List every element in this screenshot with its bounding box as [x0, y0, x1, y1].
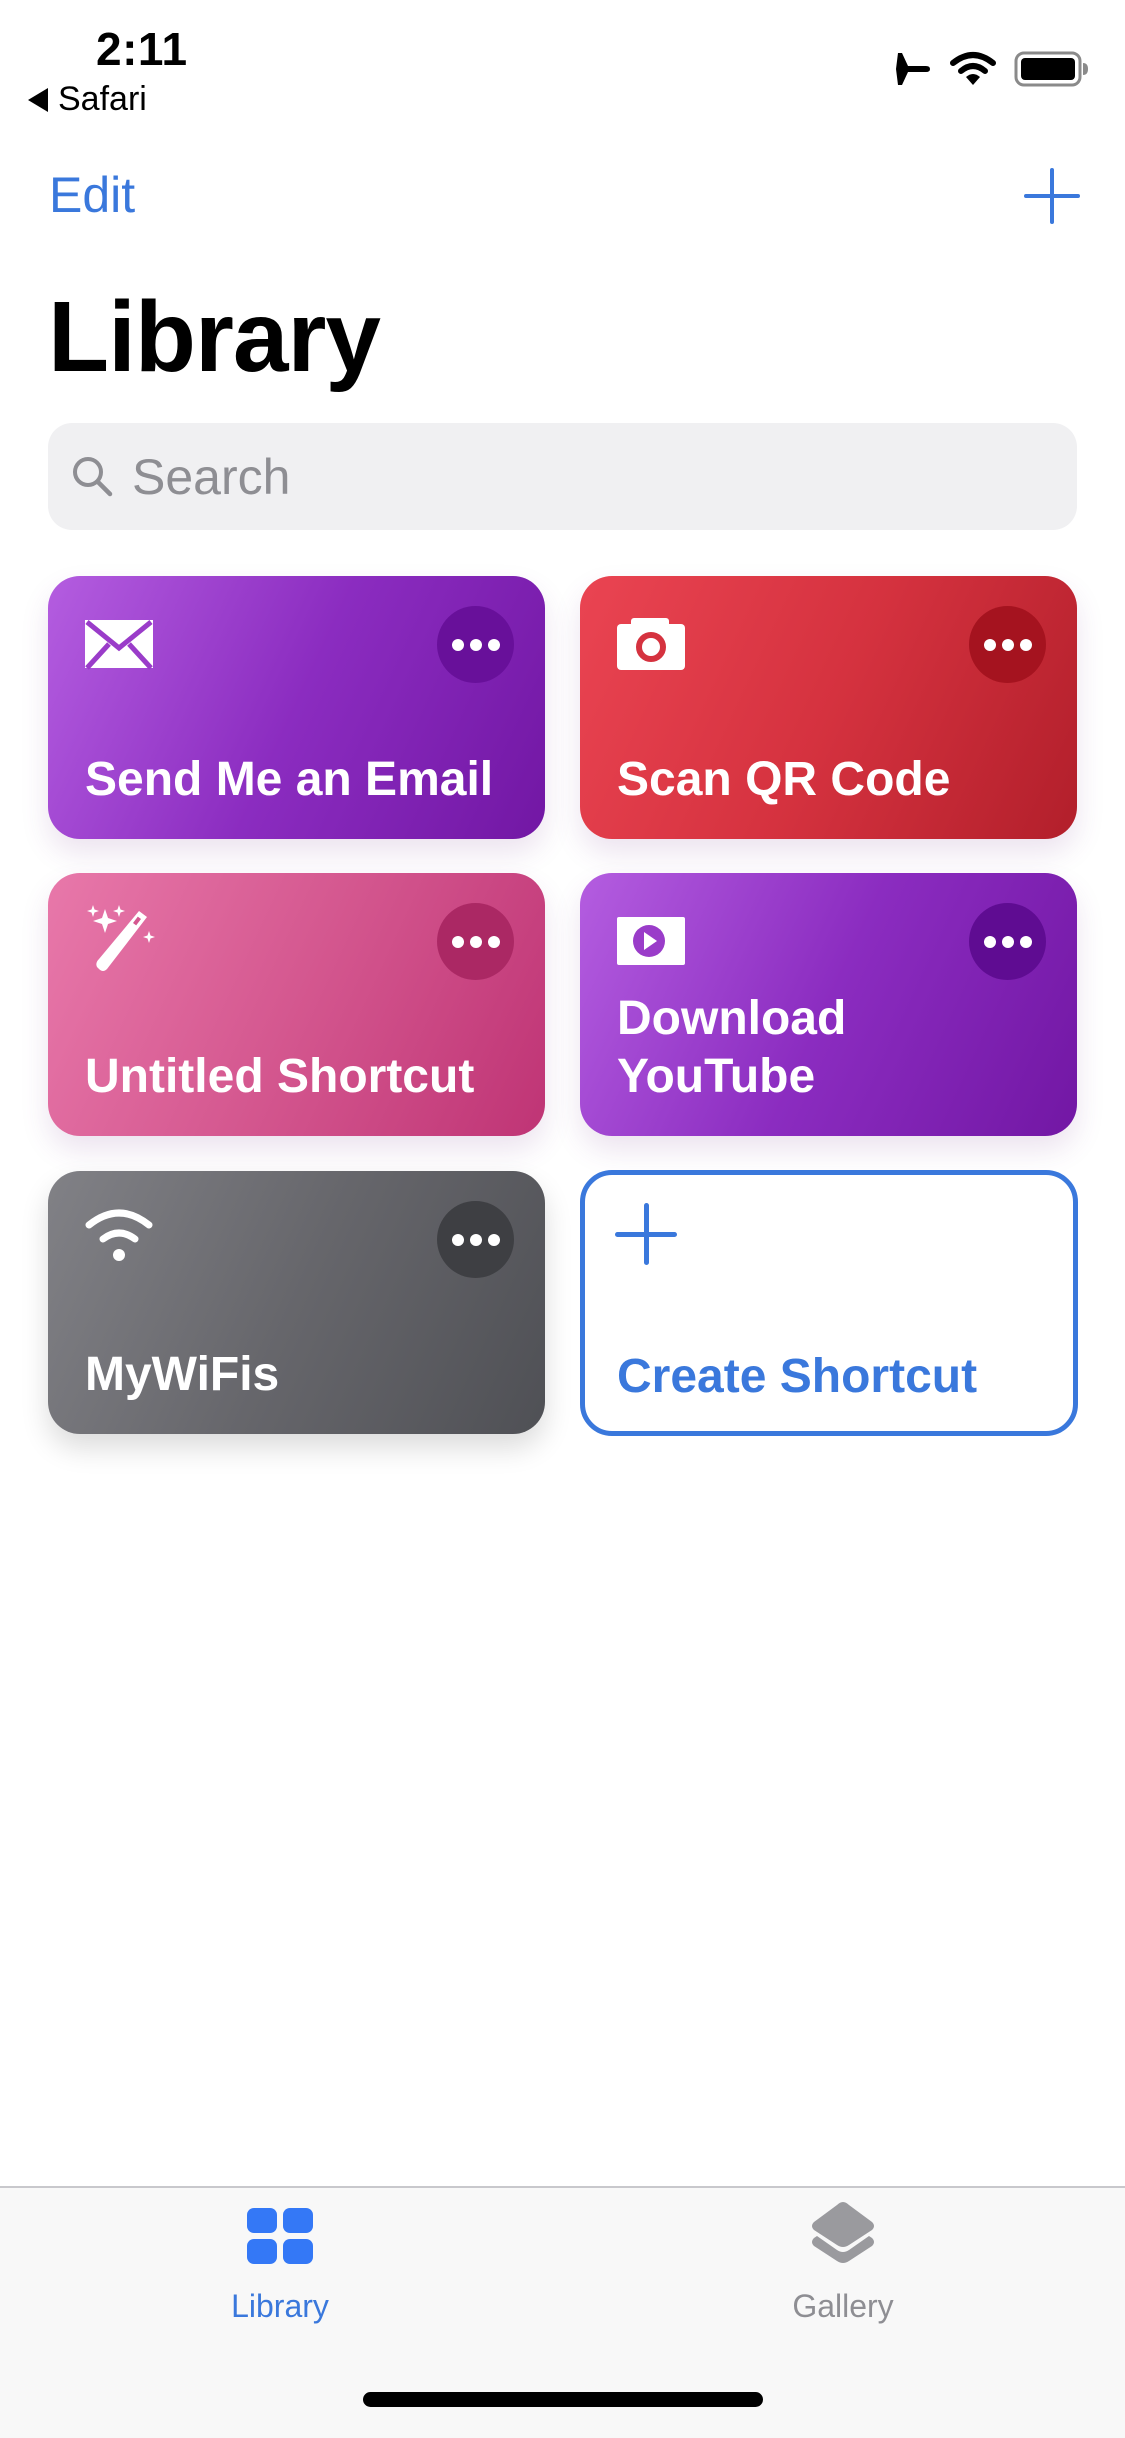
shortcut-label: Download YouTube: [617, 992, 847, 1103]
magic-wand-icon: [87, 905, 155, 971]
add-shortcut-button[interactable]: [1024, 168, 1080, 224]
shortcut-card-scan-qr-code[interactable]: Scan QR Code: [580, 576, 1077, 839]
dot: [487, 638, 500, 651]
dot: [1019, 935, 1032, 948]
dot: [1001, 935, 1014, 948]
shortcut-card-download-youtube[interactable]: Download YouTube: [580, 873, 1077, 1136]
envelope-icon: [85, 620, 153, 670]
dot: [469, 935, 482, 948]
home-indicator[interactable]: [363, 2392, 763, 2407]
battery-icon: [1014, 51, 1088, 87]
more-options-button[interactable]: [437, 1201, 514, 1278]
dot: [469, 1233, 482, 1246]
shortcut-card-untitled-shortcut[interactable]: Untitled Shortcut: [48, 873, 545, 1136]
dot: [487, 935, 500, 948]
shortcut-label: MyWiFis: [85, 1348, 280, 1401]
dot: [451, 935, 464, 948]
dot: [487, 1233, 500, 1246]
back-triangle-icon: [28, 87, 48, 112]
more-options-button[interactable]: [969, 903, 1046, 980]
shortcut-label: Untitled Shortcut: [85, 1050, 475, 1103]
tab-gallery[interactable]: Gallery: [733, 2202, 953, 2325]
dot: [983, 638, 996, 651]
page-title: Library: [48, 281, 381, 393]
more-options-button[interactable]: [969, 606, 1046, 683]
plus-icon: [615, 1203, 677, 1265]
dot: [469, 638, 482, 651]
shortcut-card-send-me-an-email[interactable]: Send Me an Email: [48, 576, 545, 839]
dot: [451, 1233, 464, 1246]
camera-icon: [617, 618, 685, 670]
wifi-icon: [85, 1209, 153, 1261]
tab-label: Gallery: [792, 2288, 894, 2324]
search-input[interactable]: [130, 446, 1034, 507]
back-to-app-button[interactable]: Safari: [28, 80, 147, 119]
search-bar[interactable]: [48, 423, 1077, 530]
shortcut-label: Scan QR Code: [617, 753, 951, 806]
edit-button[interactable]: Edit: [49, 166, 135, 224]
back-app-label: Safari: [58, 80, 147, 118]
create-shortcut-button[interactable]: Create Shortcut: [580, 1170, 1078, 1436]
search-icon: [73, 456, 113, 496]
dot: [1001, 638, 1014, 651]
tab-library[interactable]: Library: [170, 2208, 390, 2325]
create-shortcut-label: Create Shortcut: [617, 1350, 978, 1403]
more-options-button[interactable]: [437, 903, 514, 980]
shortcut-card-mywifis[interactable]: MyWiFis: [48, 1171, 545, 1434]
status-time: 2:11: [96, 23, 188, 75]
video-play-icon: [617, 917, 685, 965]
tab-label: Library: [231, 2288, 329, 2324]
status-icons: [888, 50, 1090, 88]
wifi-icon: [950, 52, 996, 85]
dot: [983, 935, 996, 948]
dot: [451, 638, 464, 651]
more-options-button[interactable]: [437, 606, 514, 683]
shortcut-label: Send Me an Email: [85, 753, 494, 806]
grid-icon: [247, 2208, 313, 2264]
dot: [1019, 638, 1032, 651]
layers-icon: [812, 2202, 874, 2263]
airplane-mode-icon: [890, 53, 930, 85]
